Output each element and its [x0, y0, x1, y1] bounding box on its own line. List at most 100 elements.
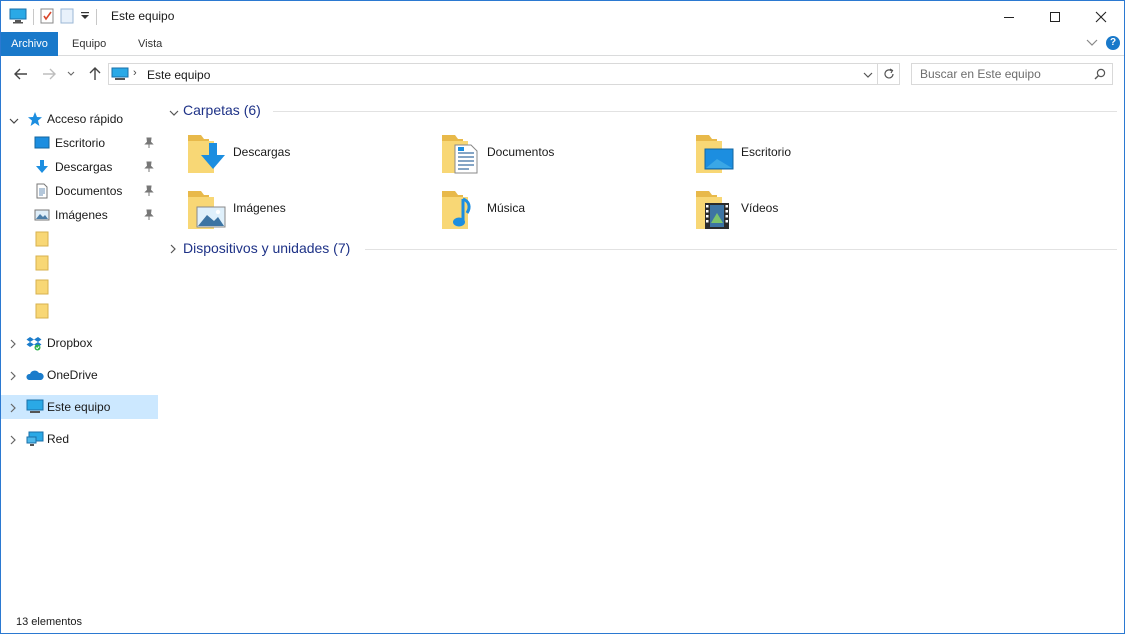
address-dropdown-button[interactable] [863, 68, 873, 82]
properties-icon[interactable] [40, 8, 54, 27]
chevron-down-icon [863, 72, 873, 78]
group-divider [365, 249, 1117, 250]
navigation-bar: › Este equipo [1, 57, 1124, 91]
sidebar-item-este-equipo[interactable]: Este equipo [1, 395, 158, 419]
sidebar-item-folder[interactable] [1, 275, 158, 299]
maximize-button[interactable] [1032, 1, 1078, 32]
ribbon-tabs: Archivo Equipo Vista ? [1, 32, 1124, 56]
computer-icon [111, 67, 129, 84]
chevron-down-icon[interactable] [9, 114, 19, 128]
back-button[interactable] [11, 65, 31, 83]
navigation-pane: Acceso rápido Escritorio Descargas Docum… [1, 101, 161, 611]
title-bar: Este equipo [1, 1, 1124, 32]
pin-icon[interactable] [144, 161, 154, 176]
pin-icon[interactable] [144, 185, 154, 200]
tab-archivo[interactable]: Archivo [1, 32, 58, 56]
sidebar-item-acceso-rapido[interactable]: Acceso rápido [1, 107, 158, 131]
sidebar-item-label: Escritorio [55, 136, 106, 150]
sidebar-item-folder[interactable] [1, 299, 158, 323]
chevron-right-icon[interactable] [9, 402, 17, 416]
tab-vista[interactable]: Vista [128, 32, 172, 56]
folder-label: Imágenes [233, 201, 286, 215]
group-header-dispositivos[interactable]: Dispositivos y unidades (7) [169, 239, 1117, 259]
sidebar-item-label: Red [47, 432, 70, 446]
search-input[interactable] [912, 64, 1088, 84]
chevron-right-icon[interactable]: › [133, 67, 137, 79]
document-icon [34, 183, 50, 202]
tab-equipo[interactable]: Equipo [62, 32, 116, 56]
chevron-right-icon[interactable] [169, 243, 177, 257]
desktop-folder-icon [693, 129, 741, 180]
folder-label: Escritorio [741, 145, 792, 159]
explorer-window: Este equipo Archivo Equipo Vista ? › Est… [0, 0, 1125, 634]
folder-tile-videos[interactable]: Vídeos [669, 183, 909, 235]
sidebar-item-red[interactable]: Red [1, 427, 158, 451]
sidebar-item-label: Descargas [55, 160, 113, 174]
pictures-folder-icon [185, 185, 233, 236]
up-button[interactable] [85, 65, 105, 83]
window-title: Este equipo [111, 9, 175, 23]
sidebar-item-label: OneDrive [47, 368, 98, 382]
sidebar-item-documentos[interactable]: Documentos [1, 179, 158, 203]
sidebar-item-label: Dropbox [47, 336, 93, 350]
chevron-down-icon [1086, 39, 1098, 46]
arrow-left-icon [14, 68, 27, 80]
toolbar-separator [33, 9, 34, 25]
folder-tile-documentos[interactable]: Documentos [415, 127, 655, 179]
forward-button[interactable] [39, 65, 59, 83]
folder-icon [35, 303, 49, 322]
folder-label: Documentos [487, 145, 555, 159]
group-divider [273, 111, 1117, 112]
chevron-down-icon[interactable] [169, 107, 179, 121]
help-button[interactable]: ? [1106, 36, 1120, 50]
expand-ribbon-button[interactable] [1086, 36, 1098, 50]
customize-toolbar-icon[interactable] [80, 10, 90, 24]
chevron-right-icon[interactable] [9, 338, 17, 352]
refresh-button[interactable] [877, 64, 899, 84]
arrow-up-icon [89, 67, 101, 80]
content-pane: Carpetas (6) Descargas Documentos Escrit… [161, 91, 1124, 611]
pin-icon[interactable] [144, 137, 154, 152]
sidebar-item-onedrive[interactable]: OneDrive [1, 363, 158, 387]
sidebar-item-descargas[interactable]: Descargas [1, 155, 158, 179]
chevron-right-icon[interactable] [9, 434, 17, 448]
computer-icon [26, 399, 44, 418]
download-icon [34, 159, 50, 178]
sidebar-item-folder[interactable] [1, 227, 158, 251]
close-icon [1095, 11, 1107, 22]
minimize-button[interactable] [986, 1, 1032, 32]
sidebar-item-label: Documentos [55, 184, 123, 198]
search-icon[interactable] [1094, 68, 1106, 83]
folder-icon [35, 231, 49, 250]
new-folder-icon[interactable] [60, 8, 74, 27]
recent-locations-button[interactable] [63, 65, 79, 83]
documents-folder-icon [439, 129, 487, 180]
group-title: Carpetas (6) [183, 102, 261, 118]
computer-icon[interactable] [9, 8, 27, 27]
onedrive-icon [26, 367, 44, 386]
folder-tile-descargas[interactable]: Descargas [161, 127, 401, 179]
folder-label: Música [487, 201, 526, 215]
sidebar-item-escritorio[interactable]: Escritorio [1, 131, 158, 155]
folder-tile-escritorio[interactable]: Escritorio [669, 127, 909, 179]
folder-icon [35, 255, 49, 274]
search-box[interactable] [911, 63, 1113, 85]
chevron-right-icon[interactable] [9, 370, 17, 384]
sidebar-item-folder[interactable] [1, 251, 158, 275]
ribbon-controls: ? [1086, 36, 1120, 50]
close-button[interactable] [1078, 1, 1124, 32]
group-header-carpetas[interactable]: Carpetas (6) [169, 101, 1117, 121]
videos-folder-icon [693, 185, 741, 236]
pin-icon[interactable] [144, 209, 154, 224]
folder-tile-musica[interactable]: Música [415, 183, 655, 235]
sidebar-item-dropbox[interactable]: Dropbox [1, 331, 158, 355]
downloads-folder-icon [185, 129, 233, 180]
sidebar-item-label: Este equipo [47, 400, 111, 414]
maximize-icon [1050, 11, 1060, 22]
sidebar-item-imagenes[interactable]: Imágenes [1, 203, 158, 227]
address-bar[interactable]: › Este equipo [108, 63, 900, 85]
refresh-icon [883, 68, 894, 79]
breadcrumb-este-equipo[interactable]: Este equipo [147, 68, 210, 82]
folder-label: Vídeos [741, 201, 779, 215]
folder-tile-imagenes[interactable]: Imágenes [161, 183, 401, 235]
